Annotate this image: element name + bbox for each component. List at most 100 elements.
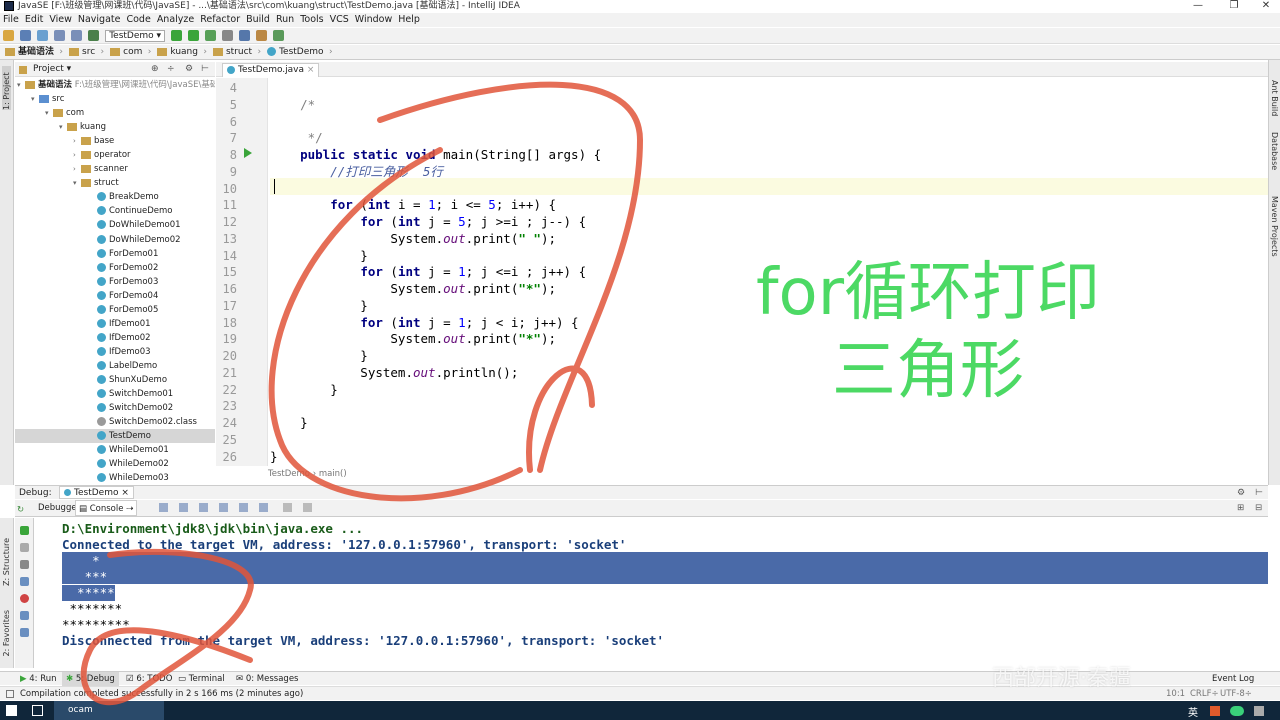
force-step-into-icon[interactable] (199, 503, 208, 512)
tree-file[interactable]: ShunXuDemo (15, 373, 215, 387)
step-out-icon[interactable] (219, 503, 228, 512)
step-over-icon[interactable] (159, 503, 168, 512)
menu-file[interactable]: File (0, 13, 22, 27)
maximize-button[interactable]: ❐ (1220, 0, 1248, 12)
debug-tool-tab[interactable]: ✱ 5: Debug (62, 672, 119, 686)
close-button[interactable]: ✕ (1252, 0, 1280, 12)
gear-icon[interactable]: ⚙ (1237, 486, 1245, 500)
view-breakpoints-icon[interactable] (20, 577, 29, 586)
code-breadcrumb-class[interactable]: TestDemo (268, 469, 310, 479)
tree-file[interactable]: ForDemo05 (15, 303, 215, 317)
tree-node-root[interactable]: ▾ 基础语法 F:\班级管理\网课班\代码\JavaSE\基础语 (15, 78, 215, 92)
menu-edit[interactable]: Edit (22, 13, 46, 27)
resume-icon[interactable] (20, 526, 29, 535)
menu-code[interactable]: Code (123, 13, 153, 27)
tree-file[interactable]: BreakDemo (15, 190, 215, 204)
project-tool-tab[interactable]: 1: Project (2, 66, 11, 110)
breadcrumb-item[interactable]: 基础语法 (0, 45, 64, 60)
menu-analyze[interactable]: Analyze (154, 13, 197, 27)
input-language[interactable]: 英 (1188, 704, 1198, 719)
tree-file[interactable]: WhileDemo01 (15, 443, 215, 457)
frames-icon[interactable] (283, 503, 292, 512)
tree-node-com[interactable]: ▾ com (15, 106, 215, 120)
start-icon[interactable] (6, 705, 17, 716)
collapse-all-icon[interactable]: ÷ (167, 62, 175, 77)
hide-panel-icon[interactable]: ⊢ (1255, 486, 1263, 500)
tree-file-selected[interactable]: TestDemo (15, 429, 215, 444)
mute-breakpoints-icon[interactable] (20, 594, 29, 603)
ant-build-tab[interactable]: Ant Build (1270, 80, 1279, 116)
tree-node-struct[interactable]: ▾ struct (15, 176, 215, 190)
menu-vcs[interactable]: VCS (327, 13, 352, 27)
scroll-from-source-icon[interactable]: ⊕ (151, 62, 159, 77)
vcs-icon[interactable] (273, 30, 285, 41)
tree-file[interactable]: DoWhileDemo01 (15, 218, 215, 232)
file-encoding[interactable]: UTF-8÷ (1220, 687, 1252, 701)
tree-file[interactable]: IfDemo01 (15, 317, 215, 331)
breadcrumb-item[interactable]: src (64, 45, 105, 60)
hide-panel-icon[interactable]: ⊢ (201, 62, 209, 77)
tree-file[interactable]: ForDemo03 (15, 275, 215, 289)
caret-position[interactable]: 10:1 (1166, 687, 1185, 701)
run-config-select[interactable]: TestDemo ▾ (105, 30, 166, 42)
status-toggle-icon[interactable] (6, 690, 14, 698)
tree-file[interactable]: SwitchDemo02.class (15, 415, 215, 429)
project-view-select[interactable]: Project ▾ (33, 62, 71, 77)
tab-testdemo-java[interactable]: TestDemo.java × (222, 63, 320, 77)
open-folder-icon[interactable] (3, 30, 14, 41)
messages-tool-tab[interactable]: ✉ 0: Messages (236, 672, 298, 686)
tree-file[interactable]: WhileDemo03 (15, 471, 215, 485)
run-icon[interactable] (171, 30, 183, 41)
pause-icon[interactable] (20, 543, 29, 552)
tree-file[interactable]: IfDemo03 (15, 345, 215, 359)
print-icon[interactable] (20, 611, 29, 620)
tree-file[interactable]: SwitchDemo01 (15, 387, 215, 401)
close-tab-icon[interactable]: × (307, 65, 315, 75)
task-view-icon[interactable] (32, 705, 43, 716)
breadcrumb-item[interactable]: TestDemo (262, 45, 333, 60)
tray-wechat-icon[interactable] (1230, 706, 1244, 716)
threads-icon[interactable] (303, 503, 312, 512)
tree-node-package[interactable]: › scanner (15, 162, 215, 176)
run-tool-tab[interactable]: ▶ 4: Run (20, 672, 57, 686)
save-icon[interactable] (20, 30, 31, 41)
back-icon[interactable] (54, 30, 65, 41)
build-icon[interactable] (88, 30, 99, 41)
tray-icon[interactable] (1210, 706, 1220, 716)
gear-icon[interactable]: ⚙ (185, 62, 193, 77)
menu-build[interactable]: Build (243, 13, 273, 27)
tree-file[interactable]: ContinueDemo (15, 204, 215, 218)
menu-help[interactable]: Help (395, 13, 423, 27)
tree-file[interactable]: ForDemo04 (15, 289, 215, 303)
breadcrumb-item[interactable]: com (105, 45, 152, 60)
debug-session-tab[interactable]: TestDemo × (59, 486, 134, 499)
tree-file[interactable]: SwitchDemo02 (15, 401, 215, 415)
tab-console[interactable]: ▤ Console ⇢ (75, 500, 138, 516)
stop-icon[interactable] (222, 30, 234, 41)
menu-window[interactable]: Window (352, 13, 395, 27)
console-settings-icon[interactable]: ⊟ (1255, 500, 1262, 516)
menu-view[interactable]: View (46, 13, 75, 27)
restore-layout-icon[interactable]: ⊞ (1237, 500, 1244, 516)
menu-refactor[interactable]: Refactor (197, 13, 243, 27)
tree-file[interactable]: LabelDemo (15, 359, 215, 373)
minimize-button[interactable]: — (1184, 0, 1212, 12)
tree-file[interactable]: WhileDemo02 (15, 457, 215, 471)
tree-file[interactable]: IfDemo02 (15, 331, 215, 345)
todo-tool-tab[interactable]: ☑ 6: TODO (126, 672, 172, 686)
terminal-tool-tab[interactable]: ▭ Terminal (178, 672, 225, 686)
breadcrumb-item[interactable]: kuang (152, 45, 208, 60)
structure-tool-tab[interactable]: Z: Structure (2, 538, 11, 586)
tray-icon[interactable] (1254, 706, 1264, 716)
settings-icon[interactable] (256, 30, 268, 41)
code-breadcrumb-method[interactable]: main() (319, 469, 347, 479)
tree-node-kuang[interactable]: ▾ kuang (15, 120, 215, 134)
maven-projects-tab[interactable]: Maven Projects (1270, 196, 1279, 257)
rerun-icon[interactable]: ↻ (17, 502, 24, 518)
forward-icon[interactable] (71, 30, 82, 41)
event-log-tab[interactable]: Event Log (1212, 672, 1254, 686)
line-separator[interactable]: CRLF÷ (1190, 687, 1219, 701)
database-tab[interactable]: Database (1270, 132, 1279, 170)
project-structure-icon[interactable] (239, 30, 251, 41)
stop-icon[interactable] (20, 560, 29, 569)
